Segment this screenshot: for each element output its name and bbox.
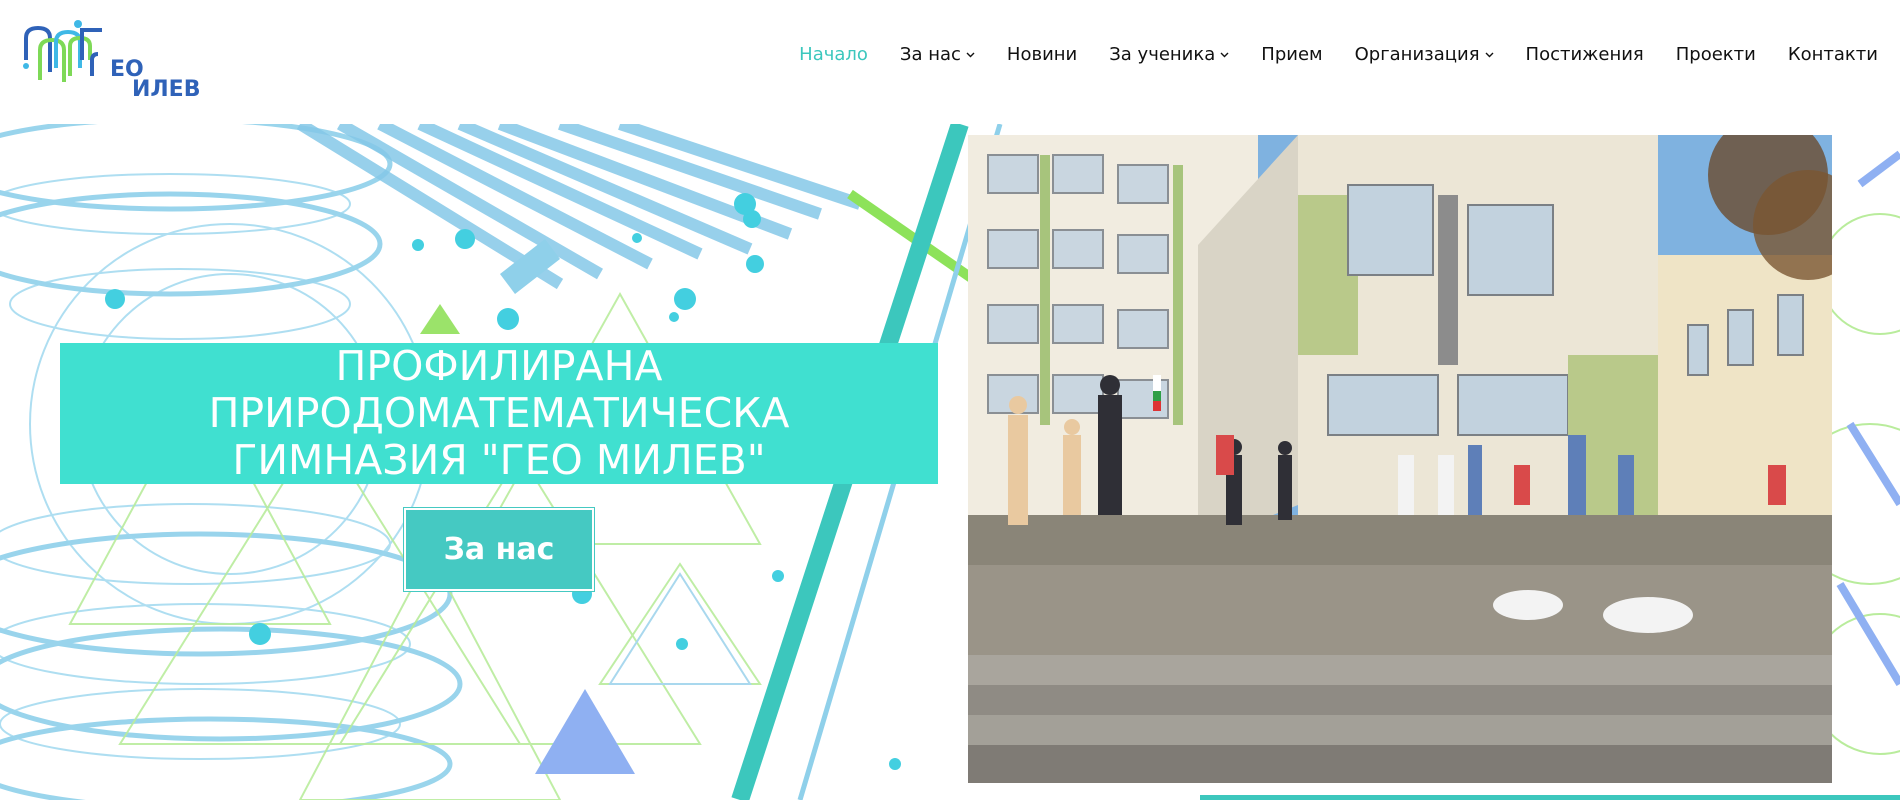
- nav-item-label: Проекти: [1675, 44, 1756, 65]
- chevron-down-icon: [966, 50, 975, 61]
- hero-section: ПРОФИЛИРАНА ПРИРОДОМАТЕМАТИЧЕСКА ГИМНАЗИ…: [0, 124, 1900, 800]
- chevron-down-icon: [1485, 50, 1494, 61]
- nav-item-contacts[interactable]: Контакти: [1788, 44, 1878, 65]
- nav-item-home[interactable]: Начало: [799, 44, 868, 65]
- chevron-down-icon: [1220, 50, 1229, 61]
- nav-item-label: Контакти: [1787, 44, 1878, 65]
- nav-item-achievements[interactable]: Постижения: [1526, 44, 1644, 65]
- nav-item-projects[interactable]: Проекти: [1676, 44, 1756, 65]
- logo-text: ЕО ИЛЕВ: [110, 58, 200, 102]
- hero-photo: [968, 135, 1832, 783]
- nav-item-admission[interactable]: Прием: [1261, 44, 1322, 65]
- nav-item-news[interactable]: Новини: [1007, 44, 1077, 65]
- school-photo-image: [968, 135, 1832, 783]
- nav-item-about[interactable]: За нас: [900, 44, 975, 65]
- about-button[interactable]: За нас: [404, 508, 594, 591]
- site-header: ЕО ИЛЕВ Начало За нас Новини За ученика …: [0, 0, 1900, 124]
- nav-item-label: Новини: [1006, 44, 1078, 65]
- hero-title-line-1: ПРОФИЛИРАНА: [335, 342, 663, 390]
- site-logo[interactable]: ЕО ИЛЕВ: [22, 16, 200, 102]
- hero-title: ПРОФИЛИРАНА ПРИРОДОМАТЕМАТИЧЕСКА ГИМНАЗИ…: [60, 343, 938, 484]
- nav-item-label: Прием: [1261, 44, 1323, 65]
- hero-title-line-3: ГИМНАЗИЯ "ГЕО МИЛЕВ": [232, 436, 766, 484]
- nav-item-organization[interactable]: Организация: [1355, 44, 1494, 65]
- nav-item-label: За нас: [899, 44, 961, 65]
- hero-title-line-2: ПРИРОДОМАТЕМАТИЧЕСКА: [208, 389, 790, 437]
- nav-item-for-students[interactable]: За ученика: [1109, 44, 1229, 65]
- main-nav: Начало За нас Новини За ученика Прием Ор…: [799, 44, 1878, 65]
- nav-item-label: За ученика: [1109, 44, 1216, 65]
- nav-item-label: Постижения: [1525, 44, 1644, 65]
- logo-line-2: ИЛЕВ: [132, 77, 201, 102]
- nav-item-label: Начало: [799, 44, 868, 65]
- nav-item-label: Организация: [1354, 44, 1480, 65]
- hero-title-box: ПРОФИЛИРАНА ПРИРОДОМАТЕМАТИЧЕСКА ГИМНАЗИ…: [60, 343, 938, 484]
